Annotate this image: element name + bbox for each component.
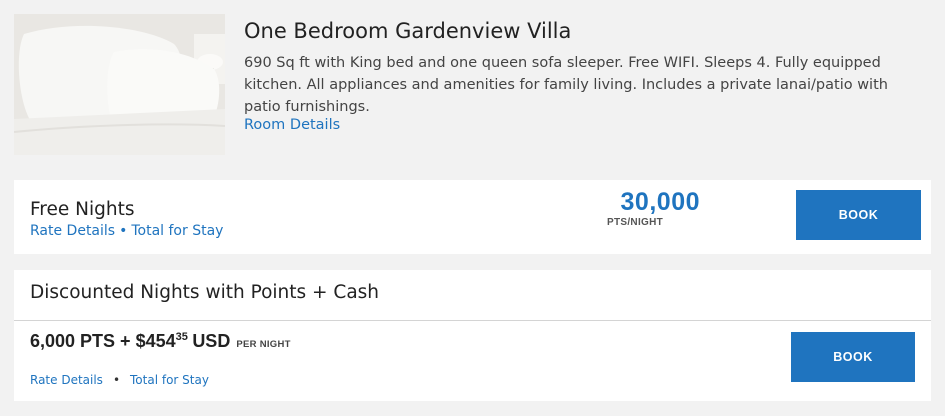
discounted-nights-heading: Discounted Nights with Points + Cash (30, 282, 380, 303)
free-nights-links: Rate Details • Total for Stay (30, 223, 223, 239)
rate-details-link[interactable]: Rate Details (30, 223, 115, 239)
discounted-nights-links: Rate Details • Total for Stay (30, 373, 209, 387)
price-currency: USD (192, 331, 231, 351)
points-per-night-unit: PTS/NIGHT (607, 217, 664, 228)
points-per-night-value: 30,000 (620, 188, 700, 216)
free-nights-heading: Free Nights (30, 199, 135, 220)
room-description: 690 Sq ft with King bed and one queen so… (244, 55, 888, 115)
book-points-cash-button[interactable]: BOOK (791, 332, 915, 382)
per-night-label: PER NIGHT (236, 339, 291, 350)
total-for-stay-link[interactable]: Total for Stay (130, 373, 209, 387)
total-for-stay-link[interactable]: Total for Stay (131, 223, 223, 239)
discounted-nights-card: Discounted Nights with Points + Cash 6,0… (14, 270, 931, 401)
room-photo (14, 14, 225, 155)
rate-details-link[interactable]: Rate Details (30, 373, 103, 387)
free-nights-card: Free Nights Rate Details • Total for Stay … (14, 180, 931, 254)
price-cents: 35 (175, 330, 188, 343)
book-free-nights-button[interactable]: BOOK (796, 190, 921, 240)
room-details-link[interactable]: Room Details (244, 117, 340, 133)
room-title: One Bedroom Gardenview Villa (244, 19, 572, 43)
points-cash-price: 6,000 PTS + $45435 USD PER NIGHT (30, 331, 291, 352)
pillows-icon (14, 14, 225, 155)
link-separator: • (112, 373, 121, 387)
price-points-and-dollars: 6,000 PTS + $454 (30, 331, 176, 351)
card-divider (14, 320, 931, 321)
link-separator: • (119, 223, 128, 239)
